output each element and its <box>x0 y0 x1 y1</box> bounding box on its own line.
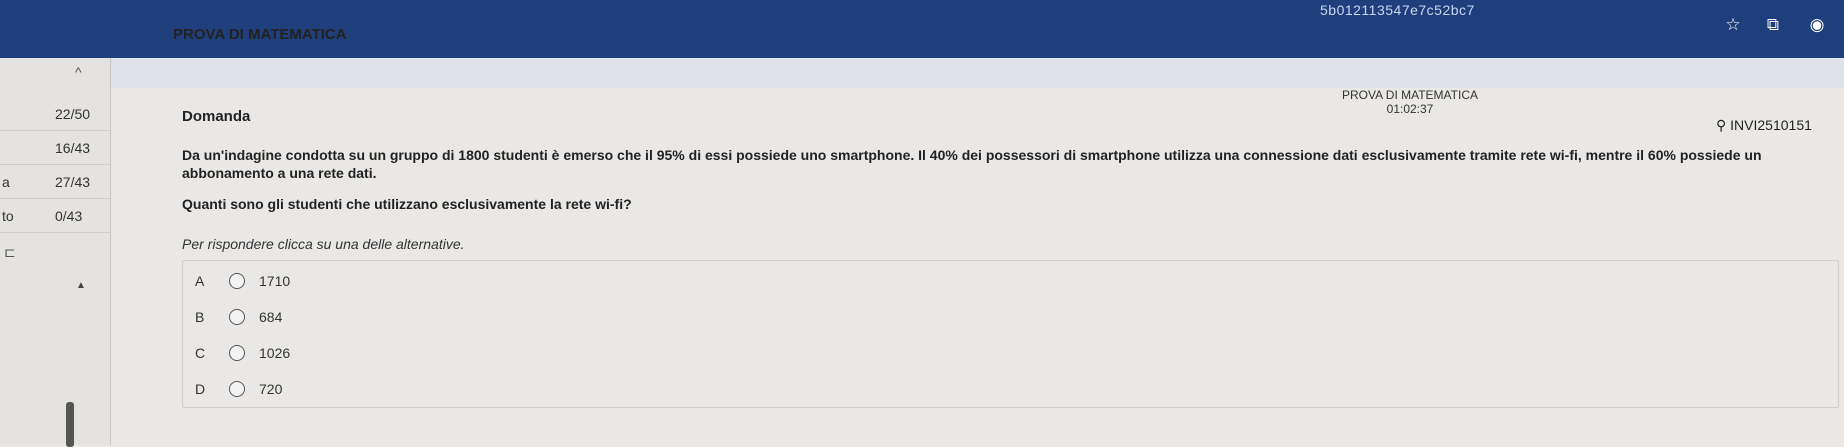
sidebar-section-1[interactable]: 22/50 <box>0 98 110 131</box>
sidebar-section-2[interactable]: 16/43 <box>0 132 110 165</box>
scrollbar-handle[interactable] <box>66 402 74 447</box>
radio-button[interactable] <box>229 309 245 325</box>
answer-value: 720 <box>259 381 283 397</box>
triangle-up-icon[interactable]: ▲ <box>76 280 86 291</box>
radio-button[interactable] <box>229 273 245 289</box>
chevron-up-icon[interactable]: ^ <box>75 64 82 80</box>
answer-option-c[interactable]: C 1026 <box>183 337 483 367</box>
answer-option-a[interactable]: A 1710 <box>183 265 483 295</box>
answer-letter: A <box>195 273 205 289</box>
profile-icon[interactable]: ◉ <box>1806 14 1828 36</box>
sidebar-section-label: a <box>2 174 10 190</box>
answer-instruction: Per rispondere clicca su una delle alter… <box>182 236 465 252</box>
answer-letter: D <box>195 381 206 397</box>
sidebar-section-count: 16/43 <box>55 140 91 156</box>
radio-button[interactable] <box>229 345 245 361</box>
answer-letter: B <box>195 309 205 325</box>
answer-list: A 1710 B 684 C 1026 D 720 <box>182 260 1839 408</box>
section-sidebar: ^ 22/50 16/43 a 27/43 to 0/43 ⊏ ▲ <box>0 58 111 447</box>
extension-icon[interactable]: ⧉ <box>1762 14 1784 36</box>
question-text: Da un'indagine condotta su un gruppo di … <box>182 147 1762 181</box>
question-prompt: Quanti sono gli studenti che utilizzano … <box>182 196 632 212</box>
answer-option-d[interactable]: D 720 <box>183 373 483 403</box>
star-icon[interactable]: ☆ <box>1722 14 1744 36</box>
sidebar-section-count: 22/50 <box>55 106 91 122</box>
url-fragment[interactable]: 5b012113547e7c52bc7 <box>1320 2 1475 18</box>
question-panel: Domanda Da un'indagine condotta su un gr… <box>170 96 1844 416</box>
answer-value: 684 <box>259 309 283 325</box>
header-strip <box>0 58 1844 88</box>
sidebar-section-4[interactable]: to 0/43 <box>0 200 110 233</box>
answer-value: 1710 <box>259 273 291 289</box>
answer-letter: C <box>195 345 206 361</box>
radio-button[interactable] <box>229 381 245 397</box>
sidebar-section-3[interactable]: a 27/43 <box>0 166 110 199</box>
app-title: PROVA DI MATEMATICA <box>173 26 347 43</box>
sidebar-section-count: 0/43 <box>55 208 83 224</box>
flag-icon[interactable]: ⊏ <box>4 244 16 261</box>
question-heading: Domanda <box>182 108 251 125</box>
answer-option-b[interactable]: B 684 <box>183 301 483 331</box>
answer-value: 1026 <box>259 345 291 361</box>
sidebar-section-count: 27/43 <box>55 174 91 190</box>
sidebar-section-label: to <box>2 208 14 224</box>
